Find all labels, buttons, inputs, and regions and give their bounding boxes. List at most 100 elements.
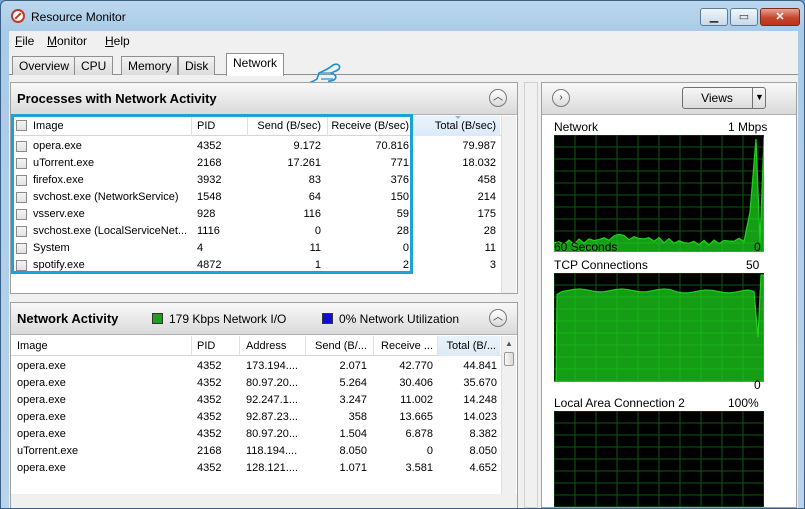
tab-disk[interactable]: Disk (178, 56, 216, 75)
processes-panel: Processes with Network Activity ︿ Image … (10, 82, 518, 294)
col-separator[interactable] (373, 336, 374, 356)
activity-address: 80.97.20... (246, 377, 298, 389)
menu-monitor[interactable]: Monitor (47, 34, 87, 48)
left-pane: Processes with Network Activity ︿ Image … (10, 82, 520, 508)
tab-strip: Overview CPU Memory Disk Network (9, 53, 798, 88)
activity-address: 128.121.... (246, 462, 298, 474)
activity-image: opera.exe (17, 462, 66, 474)
activity-horizontal-scrollbar[interactable] (11, 494, 517, 508)
network-io-legend-swatch (152, 313, 163, 324)
process-total: 458 (477, 174, 496, 186)
network-graph-svg (554, 135, 764, 252)
maximize-button[interactable]: ▭ (730, 8, 758, 26)
col-total-sorted[interactable]: Total (B/sec) (414, 116, 500, 136)
processes-scrollbar[interactable] (501, 116, 516, 293)
sort-descending-icon (454, 116, 462, 119)
activity-send: 2.071 (339, 360, 367, 372)
activity-send: 8.050 (339, 445, 367, 457)
tcp-graph-min: 0 (754, 378, 761, 392)
col-pid[interactable]: PID (197, 340, 215, 352)
minimize-button[interactable]: ▁ (700, 8, 728, 26)
activity-send: 3.247 (339, 394, 367, 406)
col-address[interactable]: Address (246, 340, 286, 352)
activity-total: 8.382 (469, 428, 497, 440)
lan-graph (554, 411, 764, 507)
processes-panel-header[interactable]: Processes with Network Activity ︿ (11, 83, 517, 115)
network-io-label: 179 Kbps Network I/O (169, 312, 287, 326)
activity-receive: 30.406 (399, 377, 433, 389)
activity-image: opera.exe (17, 428, 66, 440)
activity-send: 5.264 (339, 377, 367, 389)
col-separator[interactable] (191, 336, 192, 356)
col-image[interactable]: Image (17, 340, 48, 352)
lan-graph-max: 100% (728, 396, 759, 410)
tcp-graph-svg (554, 273, 764, 382)
activity-row[interactable]: opera.exe 4352 173.194.... 2.071 42.770 44.84… (11, 358, 501, 375)
activity-address: 92.87.23... (246, 411, 298, 423)
process-total: 175 (477, 208, 496, 220)
network-graph-max: 1 Mbps (728, 120, 768, 134)
activity-pid: 2168 (197, 445, 222, 457)
window-title: Resource Monitor (31, 10, 126, 24)
resource-monitor-icon (11, 9, 25, 23)
menu-help[interactable]: Help (105, 34, 130, 48)
col-total-label: Total (B/... (446, 340, 496, 352)
activity-image: opera.exe (17, 377, 66, 389)
network-graph-time: 60 Seconds (554, 240, 618, 254)
graphs-pane: › Views ▼ Network 1 Mbps 60 Seconds 0 TC… (541, 82, 797, 508)
activity-receive: 13.665 (399, 411, 433, 423)
activity-row[interactable]: opera.exe 4352 92.247.1... 3.247 11.002 14.24… (11, 392, 501, 409)
tab-cpu[interactable]: CPU (74, 56, 114, 75)
network-graph-label: Network (554, 120, 599, 134)
menu-file[interactable]: File (15, 34, 34, 48)
network-activity-header[interactable]: Network Activity 179 Kbps Network I/O 0%… (11, 303, 517, 335)
activity-total: 14.248 (463, 394, 497, 406)
highlight-annotation-box (11, 114, 413, 274)
activity-row[interactable]: opera.exe 4352 128.121.... 1.071 3.581 4.652 (11, 460, 501, 477)
tab-network[interactable]: Network (226, 53, 285, 76)
pane-splitter-scrollbar[interactable] (524, 82, 538, 508)
activity-column-headers: Image PID Address Send (B/... Receive ..… (11, 336, 501, 356)
title-bar: Resource Monitor ▁ ▭ ✕ (1, 1, 804, 31)
activity-total: 14.023 (463, 411, 497, 423)
activity-scrollbar[interactable]: ▲ (501, 336, 516, 494)
tcp-graph-max: 50 (746, 258, 760, 272)
activity-row[interactable]: uTorrent.exe 2168 118.194.... 8.050 0 8.050 (11, 443, 501, 460)
network-graph (554, 135, 764, 252)
resource-monitor-window: Resource Monitor ▁ ▭ ✕ File Monitor Help… (0, 0, 805, 509)
tab-memory[interactable]: Memory (121, 56, 179, 75)
activity-pid: 4352 (197, 377, 222, 389)
tab-overview[interactable]: Overview (12, 56, 77, 75)
activity-image: opera.exe (17, 360, 66, 372)
activity-total: 4.652 (469, 462, 497, 474)
col-total-label: Total (B/sec) (434, 120, 496, 132)
close-button[interactable]: ✕ (760, 8, 800, 26)
process-total: 18.032 (462, 157, 496, 169)
activity-row[interactable]: opera.exe 4352 92.87.23... 358 13.665 14.023 (11, 409, 501, 426)
client-area: File Monitor Help Overview CPU Memory Di… (9, 31, 798, 508)
collapse-chevron-up-icon[interactable]: ︿ (489, 309, 507, 327)
scroll-thumb[interactable] (504, 352, 514, 366)
col-send[interactable]: Send (B/... (307, 340, 367, 352)
col-separator[interactable] (239, 336, 240, 356)
activity-send: 1.071 (339, 462, 367, 474)
activity-pid: 4352 (197, 462, 222, 474)
col-total-sorted[interactable]: Total (B/... (438, 336, 500, 356)
activity-row[interactable]: opera.exe 4352 80.97.20... 1.504 6.878 8.382 (11, 426, 501, 443)
activity-row[interactable]: opera.exe 4352 80.97.20... 5.264 30.406 35.67… (11, 375, 501, 392)
scroll-up-arrow-icon[interactable]: ▲ (504, 339, 514, 349)
activity-pid: 4352 (197, 411, 222, 423)
col-receive[interactable]: Receive ... (375, 340, 433, 352)
activity-send: 358 (348, 411, 367, 423)
activity-receive: 0 (426, 445, 433, 457)
activity-total: 44.841 (463, 360, 497, 372)
activity-pid: 4352 (197, 428, 222, 440)
lan-graph-svg (554, 411, 764, 507)
chevron-right-icon[interactable]: › (552, 89, 570, 107)
col-separator[interactable] (305, 336, 306, 356)
collapse-chevron-up-icon[interactable]: ︿ (489, 89, 507, 107)
network-activity-title: Network Activity (17, 311, 119, 326)
views-dropdown-arrow-icon[interactable]: ▼ (752, 87, 766, 109)
activity-pid: 4352 (197, 394, 222, 406)
activity-image: opera.exe (17, 394, 66, 406)
